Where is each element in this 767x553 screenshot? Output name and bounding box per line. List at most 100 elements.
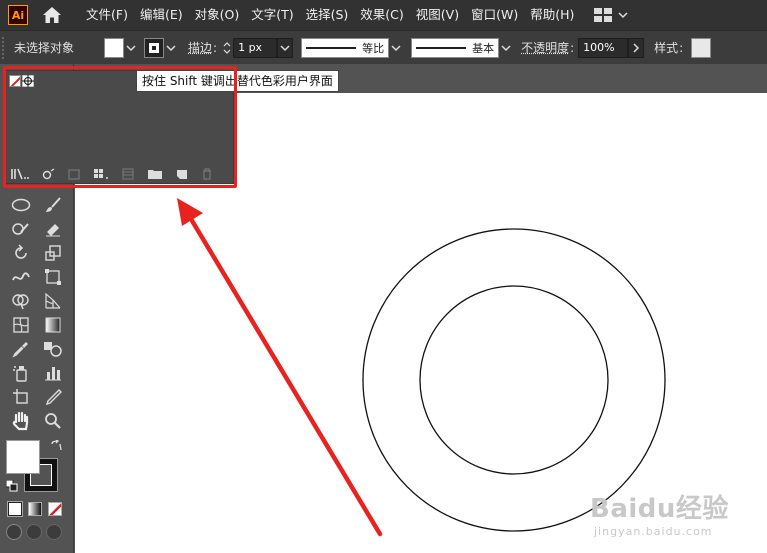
slice-icon xyxy=(44,388,62,406)
eraser-tool[interactable] xyxy=(40,218,66,240)
chevron-down-icon xyxy=(126,44,136,52)
stroke-label[interactable]: 描边 xyxy=(188,39,212,56)
chevron-down-icon xyxy=(391,44,401,52)
perspective-icon xyxy=(44,292,62,310)
inner-circle[interactable] xyxy=(420,286,608,474)
column-graph-tool[interactable] xyxy=(40,362,66,384)
chevron-down-icon xyxy=(618,11,628,19)
menu-view[interactable]: 视图(V) xyxy=(410,0,465,30)
ellipse-icon xyxy=(11,198,31,212)
brush-icon xyxy=(44,196,62,214)
shape-builder-icon xyxy=(11,292,31,310)
stroke-weight-input[interactable]: 1 px xyxy=(233,38,277,58)
stroke-color-swatch[interactable] xyxy=(144,38,164,58)
color-mode-button[interactable] xyxy=(8,502,22,516)
shape-builder-tool[interactable] xyxy=(8,290,34,312)
draw-behind-button[interactable] xyxy=(26,524,42,540)
paintbrush-tool[interactable] xyxy=(40,194,66,216)
blend-icon xyxy=(43,340,63,358)
eraser-icon xyxy=(44,220,62,238)
hand-tool[interactable] xyxy=(8,410,34,432)
mesh-icon xyxy=(12,316,30,334)
symbol-sprayer-tool[interactable] xyxy=(8,362,34,384)
menu-effect[interactable]: 效果(C) xyxy=(354,0,409,30)
stroke-weight-stepper[interactable] xyxy=(221,38,233,58)
watermark: Baidu经验 jingyan.baidu.com xyxy=(590,488,729,538)
annotation-highlight-box xyxy=(3,66,237,188)
gradient-tool[interactable] xyxy=(40,314,66,336)
stroke-profile-label: 等比 xyxy=(362,40,384,56)
swap-icon xyxy=(50,440,62,452)
warp-icon xyxy=(11,268,31,286)
shaper-tool[interactable] xyxy=(8,218,34,240)
stroke-weight-dropdown[interactable] xyxy=(277,38,293,58)
chevron-down-icon xyxy=(166,44,176,52)
watermark-url: jingyan.baidu.com xyxy=(594,525,729,538)
scale-icon xyxy=(44,244,62,262)
watermark-logo: Baidu经验 xyxy=(590,488,729,525)
opacity-expand[interactable] xyxy=(628,38,644,58)
artboard-tool[interactable] xyxy=(8,386,34,408)
workspace-icon xyxy=(594,8,612,22)
artboard-icon xyxy=(12,388,30,406)
menu-select[interactable]: 选择(S) xyxy=(300,0,355,30)
home-icon xyxy=(42,6,62,24)
zoom-tool[interactable] xyxy=(40,410,66,432)
outer-circle[interactable] xyxy=(363,229,665,531)
rotate-icon xyxy=(12,244,30,262)
eyedropper-icon xyxy=(12,340,30,358)
opacity-input[interactable]: 100% xyxy=(578,38,628,58)
zoom-icon xyxy=(44,412,62,430)
fill-swatch-front[interactable] xyxy=(6,440,40,474)
stroke-profile-select[interactable]: 等比 xyxy=(301,38,389,58)
eyedropper-tool[interactable] xyxy=(8,338,34,360)
menu-edit[interactable]: 编辑(E) xyxy=(134,0,189,30)
ellipse-tool[interactable] xyxy=(8,194,34,216)
menu-file[interactable]: 文件(F) xyxy=(80,0,134,30)
slice-tool[interactable] xyxy=(40,386,66,408)
shaper-icon xyxy=(11,220,31,238)
symbol-sprayer-icon xyxy=(12,364,30,382)
stroke-dropdown[interactable] xyxy=(164,38,178,58)
rotate-tool[interactable] xyxy=(8,242,34,264)
menu-bar: Ai 文件(F) 编辑(E) 对象(O) 文字(T) 选择(S) 效果(C) 视… xyxy=(0,0,767,30)
chevron-down-icon xyxy=(280,44,290,52)
warp-tool[interactable] xyxy=(8,266,34,288)
none-icon xyxy=(49,503,62,516)
menu-object[interactable]: 对象(O) xyxy=(189,0,246,30)
home-button[interactable] xyxy=(40,3,64,27)
swap-colors-button[interactable] xyxy=(50,440,62,452)
free-transform-icon xyxy=(44,268,62,286)
graph-icon xyxy=(44,364,62,382)
hand-icon xyxy=(12,411,30,431)
blend-tool[interactable] xyxy=(40,338,66,360)
draw-modes xyxy=(6,524,66,542)
draw-normal-button[interactable] xyxy=(6,524,22,540)
draw-inside-button[interactable] xyxy=(46,524,62,540)
app-logo: Ai xyxy=(8,5,28,25)
graphic-style-swatch[interactable] xyxy=(691,38,711,58)
style-label: 样式 xyxy=(654,39,678,56)
fill-color-swatch[interactable] xyxy=(104,38,124,58)
perspective-grid-tool[interactable] xyxy=(40,290,66,312)
menu-help[interactable]: 帮助(H) xyxy=(524,0,580,30)
gradient-mode-button[interactable] xyxy=(28,502,42,516)
opacity-label[interactable]: 不透明度 xyxy=(521,39,569,56)
chevron-down-icon xyxy=(501,44,511,52)
none-mode-button[interactable] xyxy=(48,502,62,516)
default-colors-icon xyxy=(6,480,18,492)
free-transform-tool[interactable] xyxy=(40,266,66,288)
stepper-icon xyxy=(223,41,231,55)
brush-dropdown[interactable] xyxy=(499,38,513,58)
gradient-icon xyxy=(44,316,62,334)
scale-tool[interactable] xyxy=(40,242,66,264)
default-colors-button[interactable] xyxy=(6,480,18,492)
mesh-tool[interactable] xyxy=(8,314,34,336)
brush-select[interactable]: 基本 xyxy=(411,38,499,58)
fill-dropdown[interactable] xyxy=(124,38,138,58)
stroke-profile-dropdown[interactable] xyxy=(389,38,403,58)
menu-window[interactable]: 窗口(W) xyxy=(465,0,524,30)
chevron-right-icon xyxy=(632,43,640,53)
menu-type[interactable]: 文字(T) xyxy=(245,0,299,30)
workspace-switcher[interactable] xyxy=(594,8,628,22)
